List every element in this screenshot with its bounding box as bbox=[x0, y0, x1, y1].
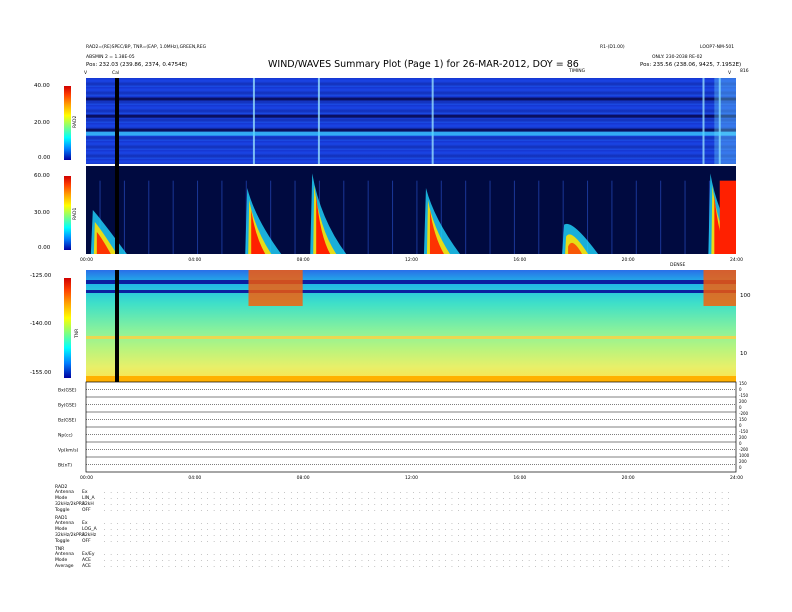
status-rad2-value-3: OFF bbox=[82, 508, 91, 513]
bottom-xtick-6: 24:00 bbox=[730, 475, 743, 481]
status-tnr-dots-0: ........................................… bbox=[104, 553, 734, 557]
bottom-label-1: By(GSE) bbox=[58, 403, 77, 409]
status-rad1-dots-2: ........................................… bbox=[104, 534, 734, 538]
bottom-xtick-5: 20:00 bbox=[622, 475, 635, 481]
status-rad1-key-1: Mode bbox=[55, 527, 68, 532]
bottom-label-0: Bx(GSE) bbox=[58, 388, 77, 394]
bottom-right-tick-11: -200 bbox=[739, 447, 749, 452]
bottom-right-tick-0: 150 bbox=[739, 381, 747, 386]
status-rad2-dots-2: ........................................… bbox=[104, 503, 734, 507]
bottom-right-tick-8: -150 bbox=[739, 429, 749, 434]
status-rad2-key-2: 32kHz/2kPRA bbox=[55, 502, 85, 507]
bottom-right-tick-6: 150 bbox=[739, 417, 747, 422]
status-tnr-key-1: Mode bbox=[55, 558, 68, 563]
status-tnr-value-2: ACE bbox=[82, 564, 91, 569]
bottom-xtick-4: 16:00 bbox=[513, 475, 526, 481]
bottom-label-5: Bt(nT) bbox=[58, 463, 72, 469]
bottom-xtick-3: 12:00 bbox=[405, 475, 418, 481]
status-rad2-value-0: Ex bbox=[82, 490, 88, 495]
status-rad2-key-0: Antenna bbox=[55, 490, 74, 495]
bottom-label-3: Np(cc) bbox=[58, 433, 73, 439]
status-rad2-dots-3: ........................................… bbox=[104, 509, 734, 513]
status-rad1-value-2: 32kHz bbox=[82, 533, 97, 538]
status-rad1-value-3: OFF bbox=[82, 539, 91, 544]
status-rad2-dots-1: ........................................… bbox=[104, 497, 734, 501]
bottom-right-tick-2: -150 bbox=[739, 393, 749, 398]
status-rad1-key-3: Toggle bbox=[55, 539, 70, 544]
bottom-line-panels: Bx(GSE) By(GSE) Bz(GSE) Np(cc) Vp(km/s) Bt(nT… bbox=[58, 381, 750, 481]
status-rad2-dots-0: ........................................… bbox=[104, 491, 734, 495]
bottom-right-tick-9: 200 bbox=[739, 435, 747, 440]
status-rad1-dots-0: ........................................… bbox=[104, 522, 734, 526]
status-rad1-value-1: LOG_A bbox=[82, 527, 97, 532]
bottom-right-tick-4: 0 bbox=[739, 405, 742, 410]
status-tnr-value-0: Ex/Ey bbox=[82, 552, 95, 557]
status-rad2-value-1: LIN_A bbox=[82, 496, 95, 501]
status-rad1-dots-1: ........................................… bbox=[104, 528, 734, 532]
bottom-xtick-2: 08:00 bbox=[297, 475, 310, 481]
status-rad2-key-1: Mode bbox=[55, 496, 68, 501]
status-tnr-value-1: ACE bbox=[82, 558, 91, 563]
bottom-right-tick-14: 0 bbox=[739, 465, 742, 470]
status-rad1-key-2: 32kHz/2kPRA bbox=[55, 533, 85, 538]
status-rad1-value-0: Ex bbox=[82, 521, 88, 526]
status-tnr-key-2: Average bbox=[55, 564, 74, 569]
bottom-xtick-0: 00:00 bbox=[80, 475, 93, 481]
bottom-right-tick-7: 0 bbox=[739, 423, 742, 428]
bottom-xtick-1: 04:00 bbox=[188, 475, 201, 481]
bottom-right-tick-13: 200 bbox=[739, 459, 747, 464]
status-rad1-dots-3: ........................................… bbox=[104, 540, 734, 544]
status-rad2-key-3: Toggle bbox=[55, 508, 70, 513]
bottom-right-tick-1: 0 bbox=[739, 387, 742, 392]
bottom-right-tick-12: 1000 bbox=[739, 453, 750, 458]
bottom-right-tick-5: -200 bbox=[739, 411, 749, 416]
status-tnr-key-0: Antenna bbox=[55, 552, 74, 557]
status-tnr-dots-1: ........................................… bbox=[104, 559, 734, 563]
status-rad1-key-0: Antenna bbox=[55, 521, 74, 526]
bottom-label-4: Vp(km/s) bbox=[58, 448, 79, 454]
bottom-right-tick-3: 200 bbox=[739, 399, 747, 404]
status-rad2-value-2: 32kH bbox=[82, 502, 94, 507]
status-tnr-dots-2: ........................................… bbox=[104, 565, 734, 569]
bottom-label-2: Bz(GSE) bbox=[58, 418, 76, 424]
bottom-right-tick-10: 0 bbox=[739, 441, 742, 446]
